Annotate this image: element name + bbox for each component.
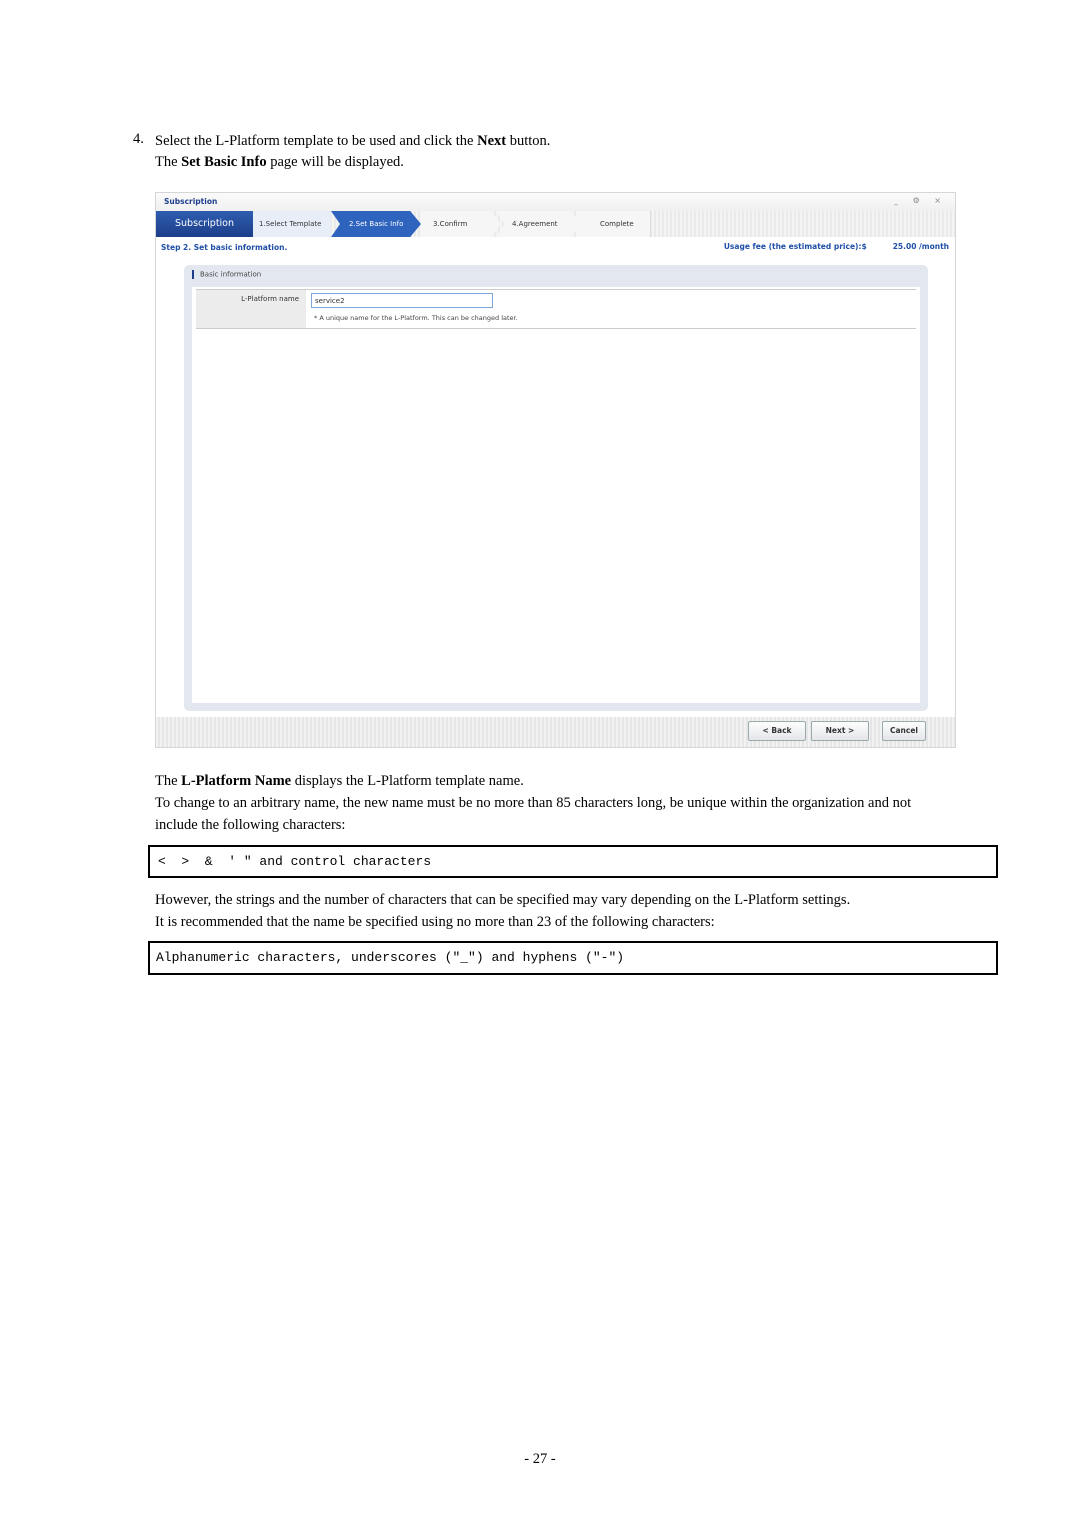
text: Select the L-Platform template to be use… bbox=[155, 133, 478, 149]
paragraph-lplatform-name: The L-Platform Name displays the L-Platf… bbox=[155, 771, 524, 792]
field-label: L-Platform name bbox=[196, 290, 306, 328]
step-complete: Complete bbox=[576, 211, 651, 237]
cancel-button[interactable]: Cancel bbox=[882, 721, 926, 741]
bold-next: Next bbox=[477, 133, 507, 149]
bold-set-basic-info: Set Basic Info bbox=[181, 154, 267, 170]
text: displays the L-Platform template name. bbox=[291, 773, 524, 789]
paragraph-recommended: It is recommended that the name be speci… bbox=[155, 914, 715, 930]
field-hint: * A unique name for the L-Platform. This… bbox=[314, 314, 518, 322]
page-number: - 27 - bbox=[524, 1451, 556, 1467]
paragraph-rules: To change to an arbitrary name, the new … bbox=[155, 795, 912, 811]
window-title: Subscription bbox=[164, 197, 218, 206]
lplatform-name-row: L-Platform name * A unique name for the … bbox=[196, 289, 916, 329]
paragraph-however: However, the strings and the number of c… bbox=[155, 892, 851, 908]
step-result: The Set Basic Info page will be displaye… bbox=[155, 152, 404, 173]
next-button[interactable]: Next > bbox=[811, 721, 869, 741]
lplatform-name-input[interactable] bbox=[311, 293, 493, 308]
bold-lplatform-name: L-Platform Name bbox=[181, 773, 292, 789]
fee-value: 25.00 /month bbox=[892, 242, 949, 251]
panel-body: L-Platform name * A unique name for the … bbox=[192, 287, 920, 703]
text: The bbox=[155, 154, 182, 170]
subscription-screenshot: Subscription _ ⚙ × Subscription 1.Select… bbox=[155, 192, 956, 748]
wizard-steps: Subscription 1.Select Template 2.Set Bas… bbox=[156, 211, 955, 237]
paragraph-rules-cont: include the following characters: bbox=[155, 817, 346, 833]
window-titlebar: Subscription _ ⚙ × bbox=[156, 193, 955, 212]
text: page will be displayed. bbox=[266, 154, 404, 170]
section-title: Basic information bbox=[192, 270, 261, 279]
usage-fee: Usage fee (the estimated price):$ 25.00 /… bbox=[724, 242, 949, 251]
button-bar: < Back Next > Cancel bbox=[156, 717, 955, 747]
step-instruction: Select the L-Platform template to be use… bbox=[155, 131, 550, 152]
step-number: 4. bbox=[133, 131, 144, 147]
step-agreement: 4.Agreement bbox=[496, 211, 581, 237]
step-set-basic-info: 2.Set Basic Info bbox=[331, 211, 421, 237]
fee-label: Usage fee (the estimated price):$ bbox=[723, 242, 867, 251]
step-heading: Step 2. Set basic information. bbox=[161, 243, 288, 252]
step-confirm: 3.Confirm bbox=[421, 211, 501, 237]
window-controls-icon[interactable]: _ ⚙ × bbox=[894, 196, 947, 205]
step-select-template: 1.Select Template bbox=[253, 211, 331, 237]
allowed-characters-box: Alphanumeric characters, underscores ("_… bbox=[148, 941, 998, 975]
forbidden-characters-box: < > & ' " and control characters bbox=[148, 845, 998, 878]
tab-subscription[interactable]: Subscription bbox=[156, 211, 253, 237]
text: The bbox=[155, 773, 182, 789]
back-button[interactable]: < Back bbox=[748, 721, 806, 741]
text: button. bbox=[506, 133, 551, 149]
basic-info-panel: Basic information L-Platform name * A un… bbox=[184, 265, 928, 711]
